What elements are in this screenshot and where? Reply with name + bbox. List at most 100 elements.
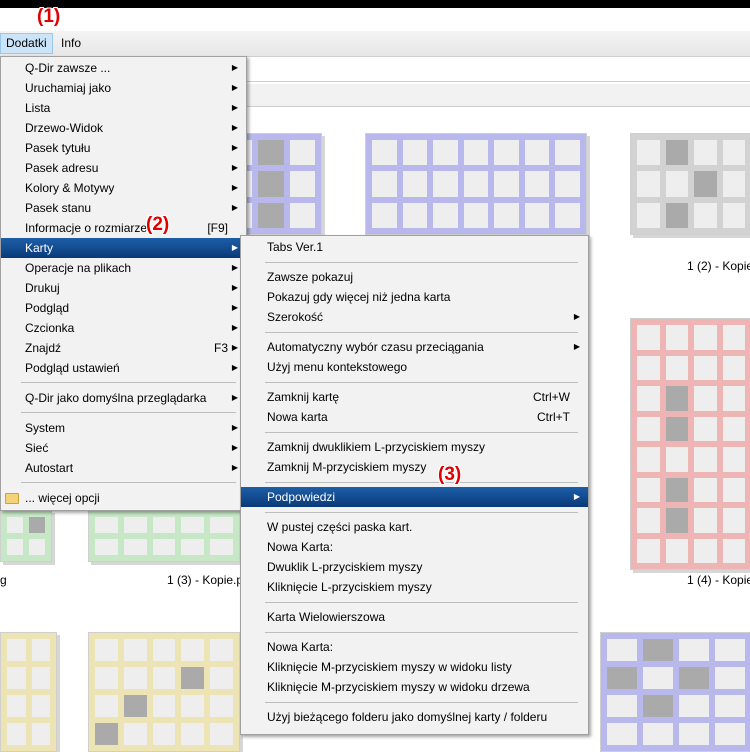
- karty-submenu-item-label: Kliknięcie M-przyciskiem myszy w widoku …: [267, 660, 512, 674]
- karty-submenu-item-label: Zamknij M-przyciskiem myszy: [267, 460, 427, 474]
- karty-submenu-item[interactable]: Kliknięcie L-przyciskiem myszy: [241, 577, 588, 597]
- thumbnail-cell: [123, 639, 147, 661]
- dodatki-menu-item[interactable]: Sieć ▶: [1, 438, 246, 458]
- thumbnail-image[interactable]: [88, 510, 240, 562]
- thumbnail-cell: [524, 202, 550, 228]
- chevron-right-icon: ▶: [573, 492, 580, 501]
- thumbnail-cell: [123, 723, 147, 745]
- thumbnail-cell: [715, 667, 745, 689]
- thumbnail-image[interactable]: [88, 632, 240, 752]
- karty-submenu-item[interactable]: Tabs Ver.1: [241, 237, 588, 257]
- thumbnail-cell: [679, 695, 709, 717]
- thumbnail-image[interactable]: [600, 632, 750, 752]
- karty-submenu-item[interactable]: Zamknij kartę Ctrl+W: [241, 387, 588, 407]
- dodatki-menu-item[interactable]: Podgląd ustawień ▶: [1, 358, 246, 378]
- dodatki-menu-item[interactable]: Drukuj ▶: [1, 278, 246, 298]
- thumbnail-cell: [95, 667, 118, 689]
- dodatki-menu-item[interactable]: Pasek stanu ▶: [1, 198, 246, 218]
- dodatki-menu-item[interactable]: Pasek adresu ▶: [1, 158, 246, 178]
- thumbnail-cell: [210, 723, 233, 745]
- thumbnail-cell: [31, 667, 50, 689]
- thumbnail-cell: [694, 202, 717, 228]
- thumbnail-image[interactable]: [0, 510, 52, 562]
- thumbnail-cell: [494, 171, 519, 197]
- thumbnail-image[interactable]: [630, 133, 750, 235]
- dodatki-menu-item[interactable]: ... więcej opcji: [1, 488, 246, 508]
- dodatki-menu-item-label: Lista: [25, 101, 51, 115]
- thumbnail-cell: [637, 202, 660, 228]
- karty-submenu-item[interactable]: Zamknij dwuklikiem L-przyciskiem myszy: [241, 437, 588, 457]
- dodatki-menu-item[interactable]: Karty ▶: [1, 238, 246, 258]
- thumbnail-cell: [555, 202, 580, 228]
- karty-submenu-item[interactable]: Dwuklik L-przyciskiem myszy: [241, 557, 588, 577]
- karty-submenu-item[interactable]: Pokazuj gdy więcej niż jedna karta: [241, 287, 588, 307]
- karty-submenu-item-label: Dwuklik L-przyciskiem myszy: [267, 560, 423, 574]
- thumbnail-cell: [210, 695, 233, 717]
- karty-submenu-item[interactable]: Użyj menu kontekstowego: [241, 357, 588, 377]
- karty-submenu-item-label: Użyj bieżącego folderu jako domyślnej ka…: [267, 710, 548, 724]
- thumbnail-image[interactable]: [0, 632, 57, 752]
- karty-submenu-item[interactable]: Karta Wielowierszowa: [241, 607, 588, 627]
- dodatki-menu-item[interactable]: Lista ▶: [1, 98, 246, 118]
- thumbnail-cell: [372, 171, 397, 197]
- thumbnail-cell: [643, 667, 673, 689]
- thumbnail-cell: [665, 538, 688, 563]
- karty-submenu-item[interactable]: Podpowiedzi ▶: [241, 487, 588, 507]
- dodatki-menu-item[interactable]: Q-Dir zawsze ... ▶: [1, 58, 246, 78]
- callout-1: (1): [37, 6, 61, 27]
- thumbnail-caption[interactable]: 1 (4) - Kopie: [687, 573, 750, 587]
- dodatki-menu-item[interactable]: Znajdź F3 ▶: [1, 338, 246, 358]
- thumbnail-caption[interactable]: g: [0, 573, 7, 587]
- thumbnail-cell: [679, 723, 709, 745]
- thumbnail-cell: [152, 639, 176, 661]
- dodatki-menu-item[interactable]: Autostart ▶: [1, 458, 246, 478]
- dodatki-menu-item[interactable]: Uruchamiaj jako ▶: [1, 78, 246, 98]
- thumbnail-cell: [463, 171, 489, 197]
- thumbnail-cell: [722, 508, 745, 533]
- chevron-right-icon: ▶: [573, 312, 580, 321]
- karty-submenu-item[interactable]: Szerokość ▶: [241, 307, 588, 327]
- dodatki-menu-item[interactable]: Kolory & Motywy ▶: [1, 178, 246, 198]
- thumbnail-cell: [665, 140, 688, 166]
- karty-submenu-item[interactable]: Zamknij M-przyciskiem myszy: [241, 457, 588, 477]
- dodatki-menu-item[interactable]: Drzewo-Widok ▶: [1, 118, 246, 138]
- thumbnail-cell: [694, 416, 717, 441]
- thumbnail-image[interactable]: [365, 133, 587, 235]
- thumbnail-cell: [637, 538, 660, 563]
- dodatki-menu-item[interactable]: Pasek tytułu ▶: [1, 138, 246, 158]
- menu-dodatki[interactable]: Dodatki: [0, 33, 53, 54]
- karty-submenu-item[interactable]: W pustej części paska kart.: [241, 517, 588, 537]
- thumbnail-caption[interactable]: 1 (3) - Kopie.p: [167, 573, 243, 587]
- menu-info[interactable]: Info: [56, 34, 86, 53]
- menu-bar: Dodatki Info: [0, 31, 750, 57]
- karty-submenu-item[interactable]: Nowa Karta:: [241, 637, 588, 657]
- thumbnail-caption[interactable]: 1 (2) - Kopie: [687, 259, 750, 273]
- dodatki-menu-item[interactable]: Informacje o rozmiarze [F9]: [1, 218, 246, 238]
- chevron-right-icon: ▶: [231, 243, 238, 252]
- thumbnail-cell: [665, 447, 688, 472]
- dodatki-menu-item[interactable]: Podgląd ▶: [1, 298, 246, 318]
- karty-submenu-item[interactable]: Nowa Karta:: [241, 537, 588, 557]
- thumbnail-cell: [665, 416, 688, 441]
- karty-submenu-item[interactable]: Kliknięcie M-przyciskiem myszy w widoku …: [241, 657, 588, 677]
- menu-separator: [265, 512, 578, 513]
- dodatki-menu-item[interactable]: Czcionka ▶: [1, 318, 246, 338]
- dodatki-menu-item[interactable]: Operacje na plikach ▶: [1, 258, 246, 278]
- thumbnail-image[interactable]: [630, 318, 750, 570]
- dodatki-menu-item[interactable]: Q-Dir jako domyślna przeglądarka ▶: [1, 388, 246, 408]
- thumbnail-cell: [258, 140, 284, 166]
- karty-submenu-item[interactable]: Użyj bieżącego folderu jako domyślnej ka…: [241, 707, 588, 727]
- thumbnail-cell: [181, 695, 205, 717]
- thumbnail-cell: [29, 517, 45, 533]
- thumbnail-cell: [637, 140, 660, 166]
- thumbnail-cell: [181, 667, 205, 689]
- dodatki-menu-item[interactable]: System ▶: [1, 418, 246, 438]
- karty-submenu-item[interactable]: Automatyczny wybór czasu przeciągania ▶: [241, 337, 588, 357]
- karty-submenu-item[interactable]: Kliknięcie M-przyciskiem myszy w widoku …: [241, 677, 588, 697]
- dodatki-menu-item-label: Podgląd ustawień: [25, 361, 120, 375]
- thumbnail-cell: [679, 639, 709, 661]
- karty-submenu-item-label: Zamknij dwuklikiem L-przyciskiem myszy: [267, 440, 486, 454]
- karty-submenu-item[interactable]: Nowa karta Ctrl+T: [241, 407, 588, 427]
- menu-separator: [265, 262, 578, 263]
- karty-submenu-item[interactable]: Zawsze pokazuj: [241, 267, 588, 287]
